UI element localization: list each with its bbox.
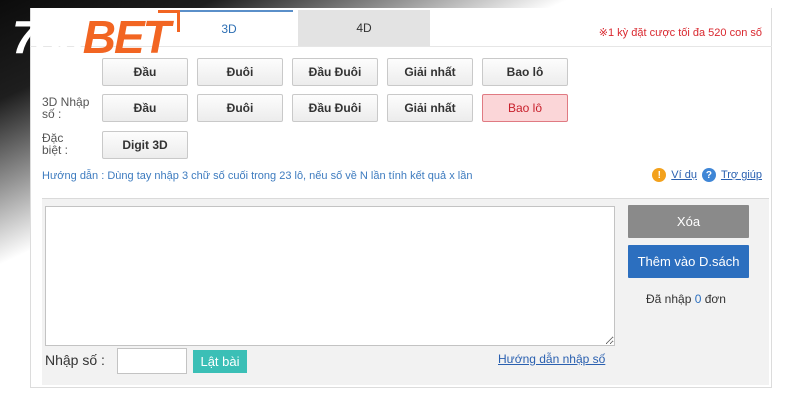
bet-limit-notice: ※1 kỳ đặt cược tối đa 520 con số xyxy=(598,27,762,39)
number-input[interactable] xyxy=(117,348,187,374)
tab-3d[interactable]: 3D xyxy=(165,10,293,46)
logo-number: 789 xyxy=(12,11,85,63)
input-guide-link[interactable]: Hướng dẫn nhập số xyxy=(498,352,605,366)
brand-logo: 789BET xyxy=(12,11,171,63)
example-link[interactable]: Ví dụ xyxy=(671,169,697,181)
entered-count-value: 0 xyxy=(694,292,702,306)
guide-description: Dùng tay nhập 3 chữ số cuối trong 23 lô,… xyxy=(107,170,473,182)
row1-tail-button[interactable]: Đuôi xyxy=(197,58,283,86)
logo-bracket-icon xyxy=(158,10,180,32)
numbers-textarea[interactable] xyxy=(45,206,615,346)
row2-head-button[interactable]: Đầu xyxy=(102,94,188,122)
entered-count: Đã nhập 0 đơn xyxy=(646,292,726,306)
row2-bao-lo-button[interactable]: Bao lô xyxy=(482,94,568,122)
number-input-label: Nhập số : xyxy=(45,352,105,368)
flip-card-button[interactable]: Lật bài xyxy=(193,350,247,373)
row3-label-line2: biệt : xyxy=(42,143,69,157)
row2-tail-button[interactable]: Đuôi xyxy=(197,94,283,122)
help-links: ! Ví dụ ? Trợ giúp xyxy=(652,168,762,182)
help-icon: ? xyxy=(701,168,716,182)
add-to-list-button[interactable]: Thêm vào D.sách xyxy=(628,245,749,278)
entered-suffix: đơn xyxy=(704,292,726,306)
row1-first-prize-button[interactable]: Giải nhất xyxy=(387,58,473,86)
row1-bao-lo-button[interactable]: Bao lô xyxy=(482,58,568,86)
clear-button[interactable]: Xóa xyxy=(628,205,749,238)
help-link[interactable]: Trợ giúp xyxy=(721,169,762,181)
row3-label: Đặc biệt : xyxy=(42,132,68,156)
row2-label: 3D Nhập số : xyxy=(42,96,89,120)
digit-3d-button[interactable]: Digit 3D xyxy=(102,131,188,159)
info-icon: ! xyxy=(652,168,667,182)
row2-first-prize-button[interactable]: Giải nhất xyxy=(387,94,473,122)
guide-text: Hướng dẫn : Dùng tay nhập 3 chữ số cuối … xyxy=(42,170,472,182)
row2-head-tail-button[interactable]: Đầu Đuôi xyxy=(292,94,378,122)
row1-head-tail-button[interactable]: Đầu Đuôi xyxy=(292,58,378,86)
row2-label-line2: số : xyxy=(42,107,62,121)
tab-4d[interactable]: 4D xyxy=(298,10,430,46)
guide-label: Hướng dẫn : xyxy=(42,170,105,182)
entered-prefix: Đã nhập xyxy=(646,292,692,306)
logo-brand: BET xyxy=(82,11,171,63)
